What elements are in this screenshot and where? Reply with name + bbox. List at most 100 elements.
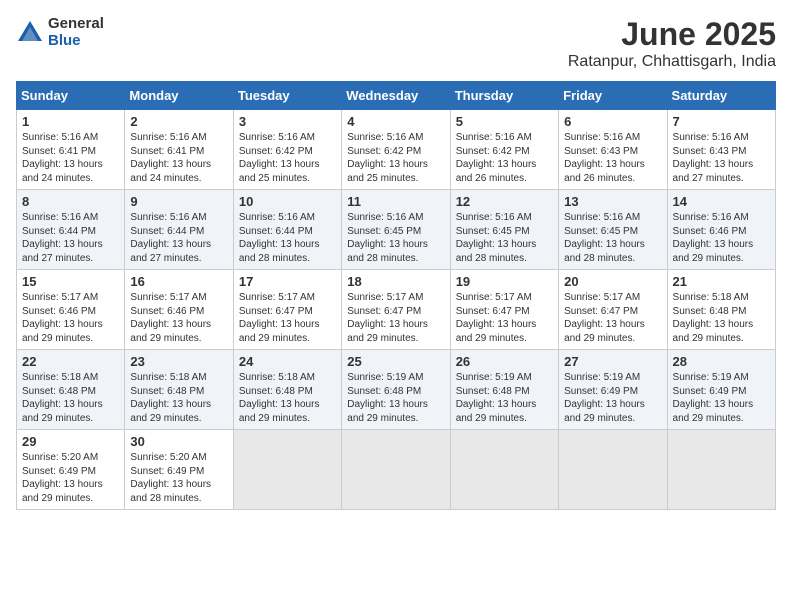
calendar-cell: 20 Sunrise: 5:17 AM Sunset: 6:47 PM Dayli… [559,270,667,350]
day-number: 29 [22,434,119,449]
calendar-cell: 4 Sunrise: 5:16 AM Sunset: 6:42 PM Daylig… [342,110,450,190]
day-number: 28 [673,354,770,369]
day-number: 14 [673,194,770,209]
calendar-cell: 16 Sunrise: 5:17 AM Sunset: 6:46 PM Dayli… [125,270,233,350]
calendar-cell: 9 Sunrise: 5:16 AM Sunset: 6:44 PM Daylig… [125,190,233,270]
day-number: 27 [564,354,661,369]
day-info: Sunrise: 5:16 AM Sunset: 6:44 PM Dayligh… [22,211,119,265]
day-info: Sunrise: 5:20 AM Sunset: 6:49 PM Dayligh… [130,451,227,505]
header-monday: Monday [125,82,233,110]
day-number: 6 [564,114,661,129]
day-info: Sunrise: 5:17 AM Sunset: 6:47 PM Dayligh… [564,291,661,345]
calendar-cell: 1 Sunrise: 5:16 AM Sunset: 6:41 PM Daylig… [17,110,125,190]
header-saturday: Saturday [667,82,775,110]
day-info: Sunrise: 5:17 AM Sunset: 6:47 PM Dayligh… [347,291,444,345]
calendar-cell: 12 Sunrise: 5:16 AM Sunset: 6:45 PM Dayli… [450,190,558,270]
day-info: Sunrise: 5:19 AM Sunset: 6:48 PM Dayligh… [347,371,444,425]
calendar-week-row: 29 Sunrise: 5:20 AM Sunset: 6:49 PM Dayli… [17,430,776,510]
calendar-cell: 30 Sunrise: 5:20 AM Sunset: 6:49 PM Dayli… [125,430,233,510]
day-info: Sunrise: 5:16 AM Sunset: 6:41 PM Dayligh… [22,131,119,185]
calendar-cell [233,430,341,510]
day-info: Sunrise: 5:16 AM Sunset: 6:45 PM Dayligh… [564,211,661,265]
logo-text: General Blue [48,16,104,49]
calendar: SundayMondayTuesdayWednesdayThursdayFrid… [16,81,776,510]
day-info: Sunrise: 5:16 AM Sunset: 6:45 PM Dayligh… [456,211,553,265]
day-number: 26 [456,354,553,369]
day-number: 24 [239,354,336,369]
calendar-week-row: 15Sunrise: 5:17 AM Sunset: 6:46 PM Dayli… [17,270,776,350]
day-number: 8 [22,194,119,209]
day-info: Sunrise: 5:19 AM Sunset: 6:49 PM Dayligh… [564,371,661,425]
calendar-cell: 13 Sunrise: 5:16 AM Sunset: 6:45 PM Dayli… [559,190,667,270]
day-number: 19 [456,274,553,289]
day-number: 25 [347,354,444,369]
day-number: 12 [456,194,553,209]
calendar-cell: 24 Sunrise: 5:18 AM Sunset: 6:48 PM Dayli… [233,350,341,430]
day-number: 20 [564,274,661,289]
day-info: Sunrise: 5:16 AM Sunset: 6:44 PM Dayligh… [239,211,336,265]
day-info: Sunrise: 5:16 AM Sunset: 6:43 PM Dayligh… [673,131,770,185]
day-number: 7 [673,114,770,129]
header: General Blue June 2025 Ratanpur, Chhatti… [16,16,776,71]
calendar-cell: 15Sunrise: 5:17 AM Sunset: 6:46 PM Dayli… [17,270,125,350]
day-info: Sunrise: 5:20 AM Sunset: 6:49 PM Dayligh… [22,451,119,505]
calendar-cell: 28Sunrise: 5:19 AM Sunset: 6:49 PM Dayli… [667,350,775,430]
day-info: Sunrise: 5:17 AM Sunset: 6:47 PM Dayligh… [456,291,553,345]
header-tuesday: Tuesday [233,82,341,110]
calendar-header-row: SundayMondayTuesdayWednesdayThursdayFrid… [17,82,776,110]
title-area: June 2025 Ratanpur, Chhattisgarh, India [568,16,776,71]
calendar-cell: 23Sunrise: 5:18 AM Sunset: 6:48 PM Dayli… [125,350,233,430]
header-wednesday: Wednesday [342,82,450,110]
day-info: Sunrise: 5:16 AM Sunset: 6:42 PM Dayligh… [347,131,444,185]
day-number: 5 [456,114,553,129]
day-info: Sunrise: 5:16 AM Sunset: 6:46 PM Dayligh… [673,211,770,265]
calendar-week-row: 1 Sunrise: 5:16 AM Sunset: 6:41 PM Daylig… [17,110,776,190]
calendar-cell: 18Sunrise: 5:17 AM Sunset: 6:47 PM Dayli… [342,270,450,350]
day-number: 16 [130,274,227,289]
calendar-cell: 8 Sunrise: 5:16 AM Sunset: 6:44 PM Daylig… [17,190,125,270]
calendar-cell [559,430,667,510]
day-info: Sunrise: 5:16 AM Sunset: 6:43 PM Dayligh… [564,131,661,185]
calendar-cell: 21Sunrise: 5:18 AM Sunset: 6:48 PM Dayli… [667,270,775,350]
day-info: Sunrise: 5:16 AM Sunset: 6:44 PM Dayligh… [130,211,227,265]
calendar-cell [450,430,558,510]
calendar-cell: 19 Sunrise: 5:17 AM Sunset: 6:47 PM Dayli… [450,270,558,350]
day-number: 4 [347,114,444,129]
day-number: 21 [673,274,770,289]
calendar-cell: 27 Sunrise: 5:19 AM Sunset: 6:49 PM Dayli… [559,350,667,430]
day-info: Sunrise: 5:16 AM Sunset: 6:42 PM Dayligh… [239,131,336,185]
calendar-cell: 11Sunrise: 5:16 AM Sunset: 6:45 PM Dayli… [342,190,450,270]
day-number: 17 [239,274,336,289]
calendar-cell: 22 Sunrise: 5:18 AM Sunset: 6:48 PM Dayli… [17,350,125,430]
logo-icon [16,19,44,47]
day-number: 9 [130,194,227,209]
day-number: 11 [347,194,444,209]
day-info: Sunrise: 5:17 AM Sunset: 6:47 PM Dayligh… [239,291,336,345]
day-info: Sunrise: 5:18 AM Sunset: 6:48 PM Dayligh… [22,371,119,425]
day-info: Sunrise: 5:16 AM Sunset: 6:42 PM Dayligh… [456,131,553,185]
day-info: Sunrise: 5:18 AM Sunset: 6:48 PM Dayligh… [239,371,336,425]
logo-general-label: General [48,16,104,33]
logo-blue-label: Blue [48,33,104,50]
location-title: Ratanpur, Chhattisgarh, India [568,53,776,71]
logo: General Blue [16,16,104,49]
calendar-cell: 29 Sunrise: 5:20 AM Sunset: 6:49 PM Dayli… [17,430,125,510]
day-number: 23 [130,354,227,369]
day-number: 30 [130,434,227,449]
day-number: 22 [22,354,119,369]
calendar-cell: 14 Sunrise: 5:16 AM Sunset: 6:46 PM Dayli… [667,190,775,270]
calendar-cell: 10 Sunrise: 5:16 AM Sunset: 6:44 PM Dayli… [233,190,341,270]
header-friday: Friday [559,82,667,110]
calendar-week-row: 8 Sunrise: 5:16 AM Sunset: 6:44 PM Daylig… [17,190,776,270]
calendar-cell: 7 Sunrise: 5:16 AM Sunset: 6:43 PM Daylig… [667,110,775,190]
day-info: Sunrise: 5:19 AM Sunset: 6:48 PM Dayligh… [456,371,553,425]
calendar-cell: 26 Sunrise: 5:19 AM Sunset: 6:48 PM Dayli… [450,350,558,430]
day-number: 1 [22,114,119,129]
calendar-cell [342,430,450,510]
day-info: Sunrise: 5:17 AM Sunset: 6:46 PM Dayligh… [22,291,119,345]
day-info: Sunrise: 5:17 AM Sunset: 6:46 PM Dayligh… [130,291,227,345]
day-number: 10 [239,194,336,209]
day-number: 13 [564,194,661,209]
day-number: 2 [130,114,227,129]
day-info: Sunrise: 5:16 AM Sunset: 6:41 PM Dayligh… [130,131,227,185]
